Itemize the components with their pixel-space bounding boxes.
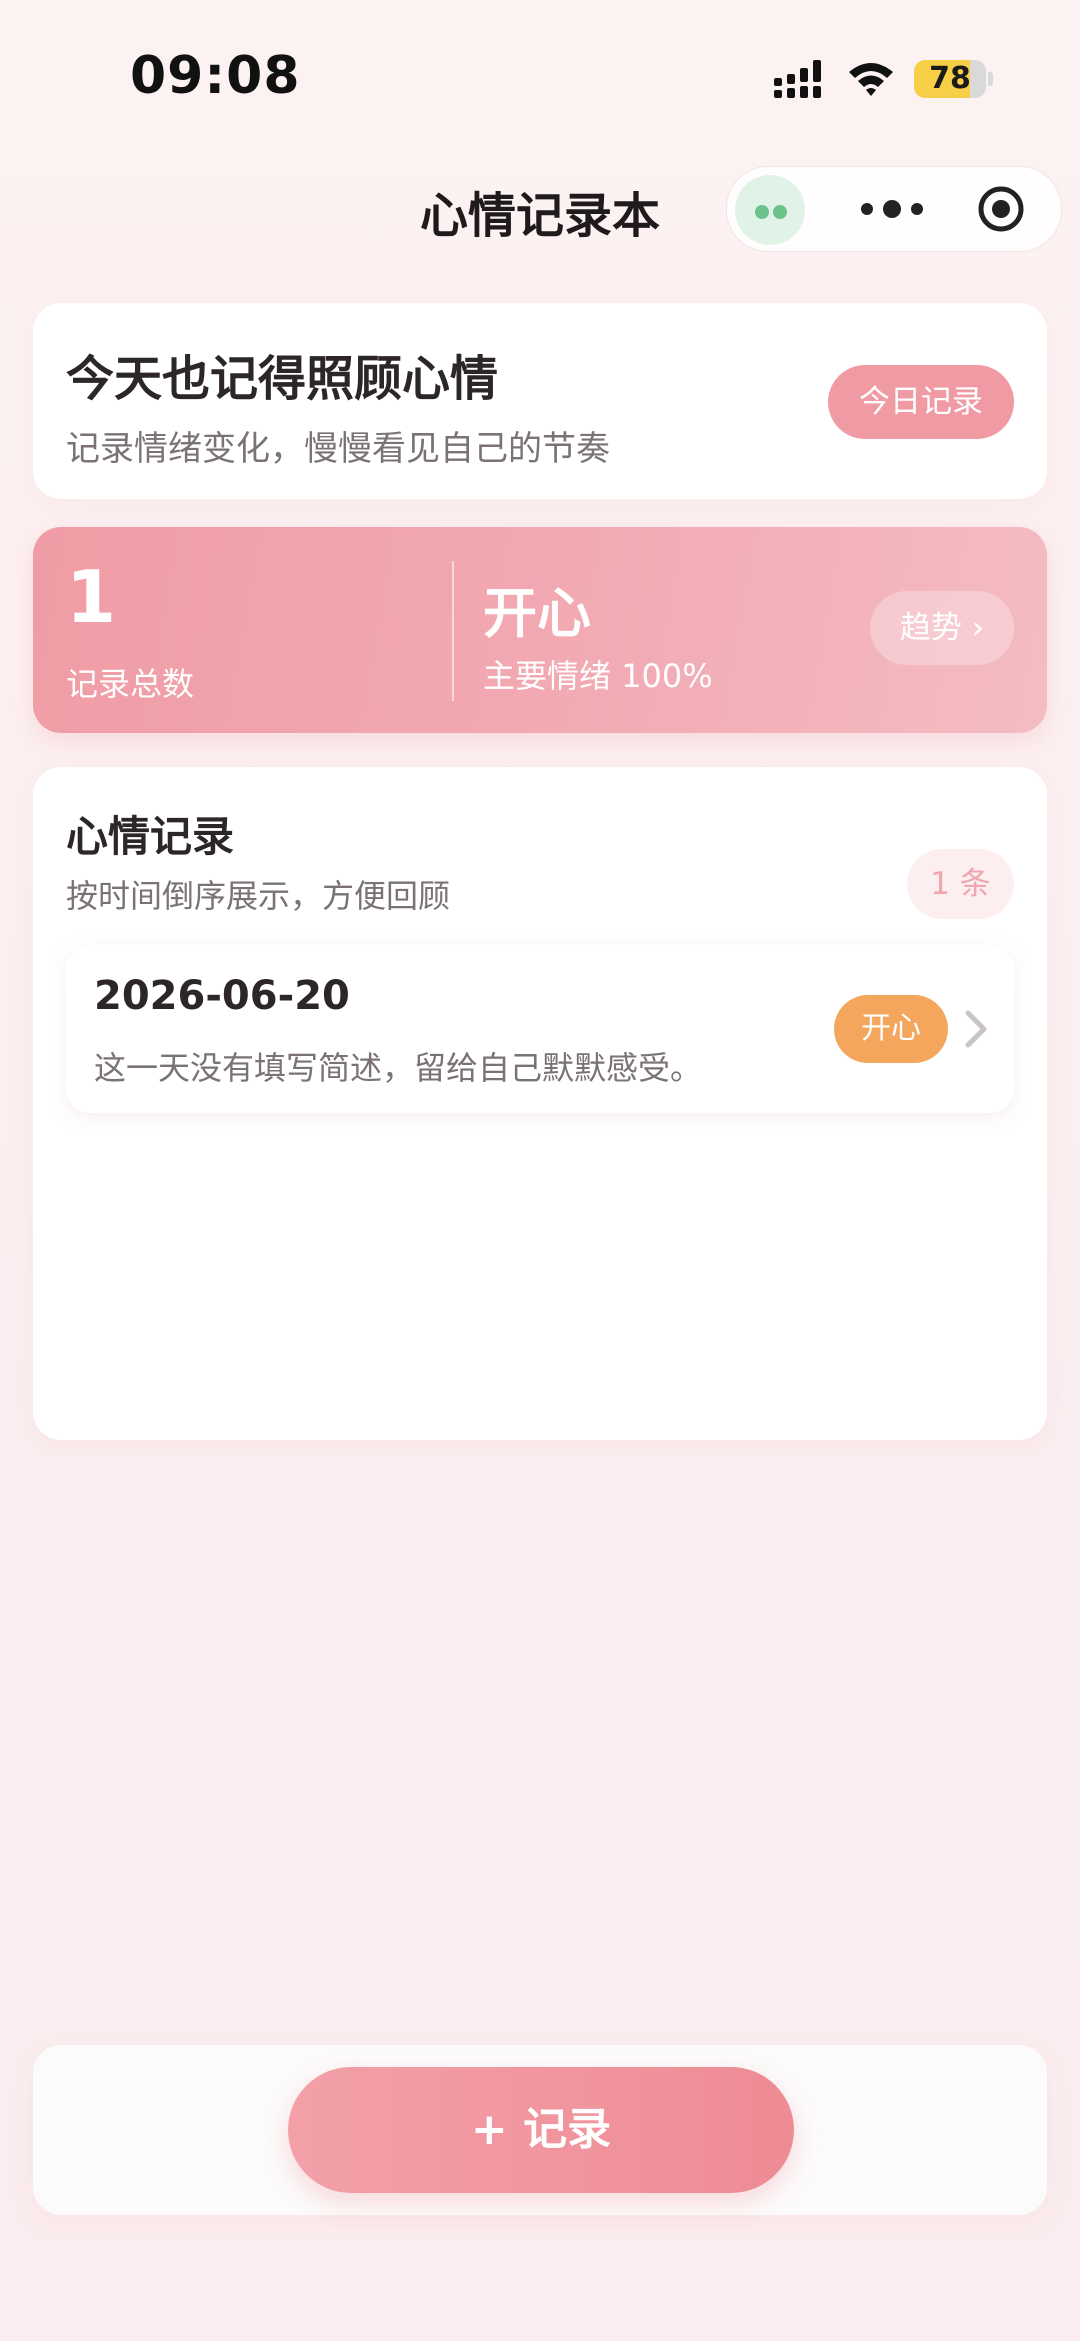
add-record-button[interactable]: + 记录 [288,2067,794,2193]
avatar-eye-right [773,205,787,219]
main-mood-label: 主要情绪 100% [483,657,713,695]
battery-icon: 78 [914,60,986,98]
record-mood-tag: 开心 [834,995,948,1063]
cellular-signal-icon [774,60,821,98]
stats-card: 1 记录总数 开心 主要情绪 100% 趋势 › [33,527,1047,733]
record-description: 这一天没有填写简述，留给自己默默感受。 [94,1049,703,1087]
greeting-card: 今天也记得照顾心情 记录情绪变化，慢慢看见自己的节奏 今日记录 [33,303,1047,499]
records-subtitle: 按时间倒序展示，方便回顾 [66,877,451,915]
total-count-value: 1 [66,555,117,639]
battery-level-text: 78 [929,61,971,96]
records-count-badge: 1 条 [907,849,1014,919]
mini-program-avatar-icon[interactable] [735,175,805,245]
avatar-eye-left [755,205,769,219]
total-count-label: 记录总数 [66,665,195,703]
status-bar: 09:08 78 [0,0,1080,160]
status-time: 09:08 [130,46,301,106]
wifi-icon [849,63,893,96]
page-title: 心情记录本 [419,188,660,244]
close-mini-program-icon[interactable] [977,185,1025,233]
bottom-action-bar: + 记录 [33,2045,1047,2215]
greeting-title: 今天也记得照顾心情 [66,351,499,407]
record-date: 2026-06-20 [94,973,350,1019]
record-list-item[interactable]: 2026-06-20 这一天没有填写简述，留给自己默默感受。 开心 [66,945,1014,1113]
more-options-icon[interactable] [857,189,927,229]
today-record-button[interactable]: 今日记录 [828,365,1014,439]
stats-divider [452,561,454,701]
battery-cap [988,72,993,86]
records-title: 心情记录 [66,812,235,861]
chevron-right-icon [965,1010,987,1048]
mini-program-capsule [726,166,1062,252]
trend-button[interactable]: 趋势 › [870,591,1014,665]
mood-records-card: 心情记录 按时间倒序展示，方便回顾 1 条 2026-06-20 这一天没有填写… [33,767,1047,1440]
greeting-subtitle: 记录情绪变化，慢慢看见自己的节奏 [66,429,610,469]
main-mood-value: 开心 [483,582,591,645]
